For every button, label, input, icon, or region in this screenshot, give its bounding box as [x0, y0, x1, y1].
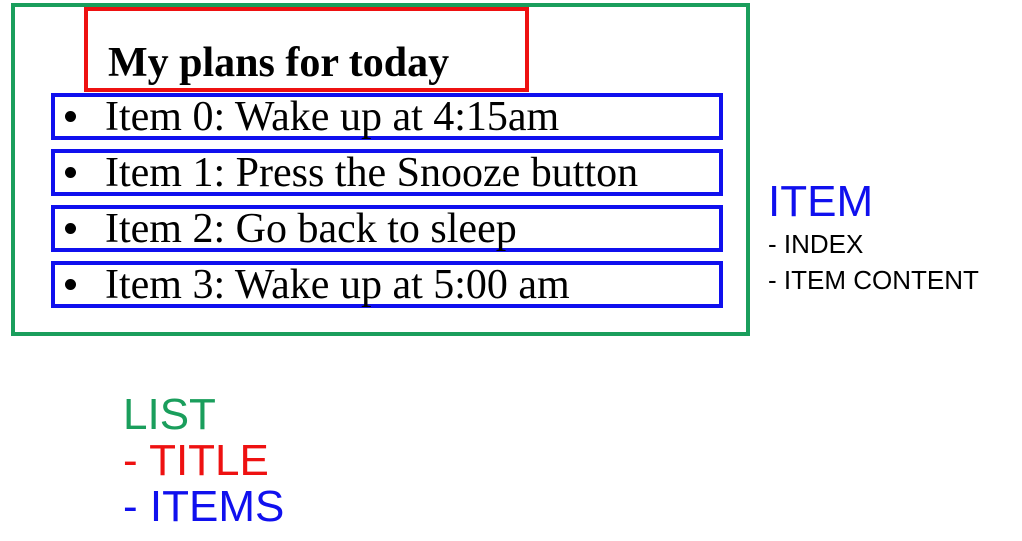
- list-legend: LIST - TITLE - ITEMS: [123, 392, 284, 530]
- list-item-3: Item 3: Wake up at 5:00 am: [51, 261, 723, 308]
- list-item-2: Item 2: Go back to sleep: [51, 205, 723, 252]
- bullet-icon: [65, 167, 76, 178]
- item-legend-heading: ITEM: [768, 177, 874, 226]
- bullet-icon: [65, 111, 76, 122]
- list-item-1: Item 1: Press the Snooze button: [51, 149, 723, 196]
- list-legend-items: - ITEMS: [123, 482, 285, 531]
- list-item-0: Item 0: Wake up at 4:15am: [51, 93, 723, 140]
- title-box: My plans for today: [84, 7, 529, 92]
- list-item-text: Item 1: Press the Snooze button: [105, 150, 639, 196]
- list-item-text: Item 3: Wake up at 5:00 am: [105, 262, 570, 308]
- list-legend-heading: LIST: [123, 390, 216, 439]
- item-legend: ITEM - INDEX - ITEM CONTENT: [768, 178, 979, 298]
- list-legend-title: - TITLE: [123, 436, 269, 485]
- item-legend-content: - ITEM CONTENT: [768, 265, 979, 295]
- item-legend-index: - INDEX: [768, 229, 864, 259]
- bullet-icon: [65, 279, 76, 290]
- list-item-text: Item 2: Go back to sleep: [105, 206, 517, 252]
- list-item-text: Item 0: Wake up at 4:15am: [105, 94, 560, 140]
- bullet-icon: [65, 223, 76, 234]
- list-title: My plans for today: [108, 40, 450, 86]
